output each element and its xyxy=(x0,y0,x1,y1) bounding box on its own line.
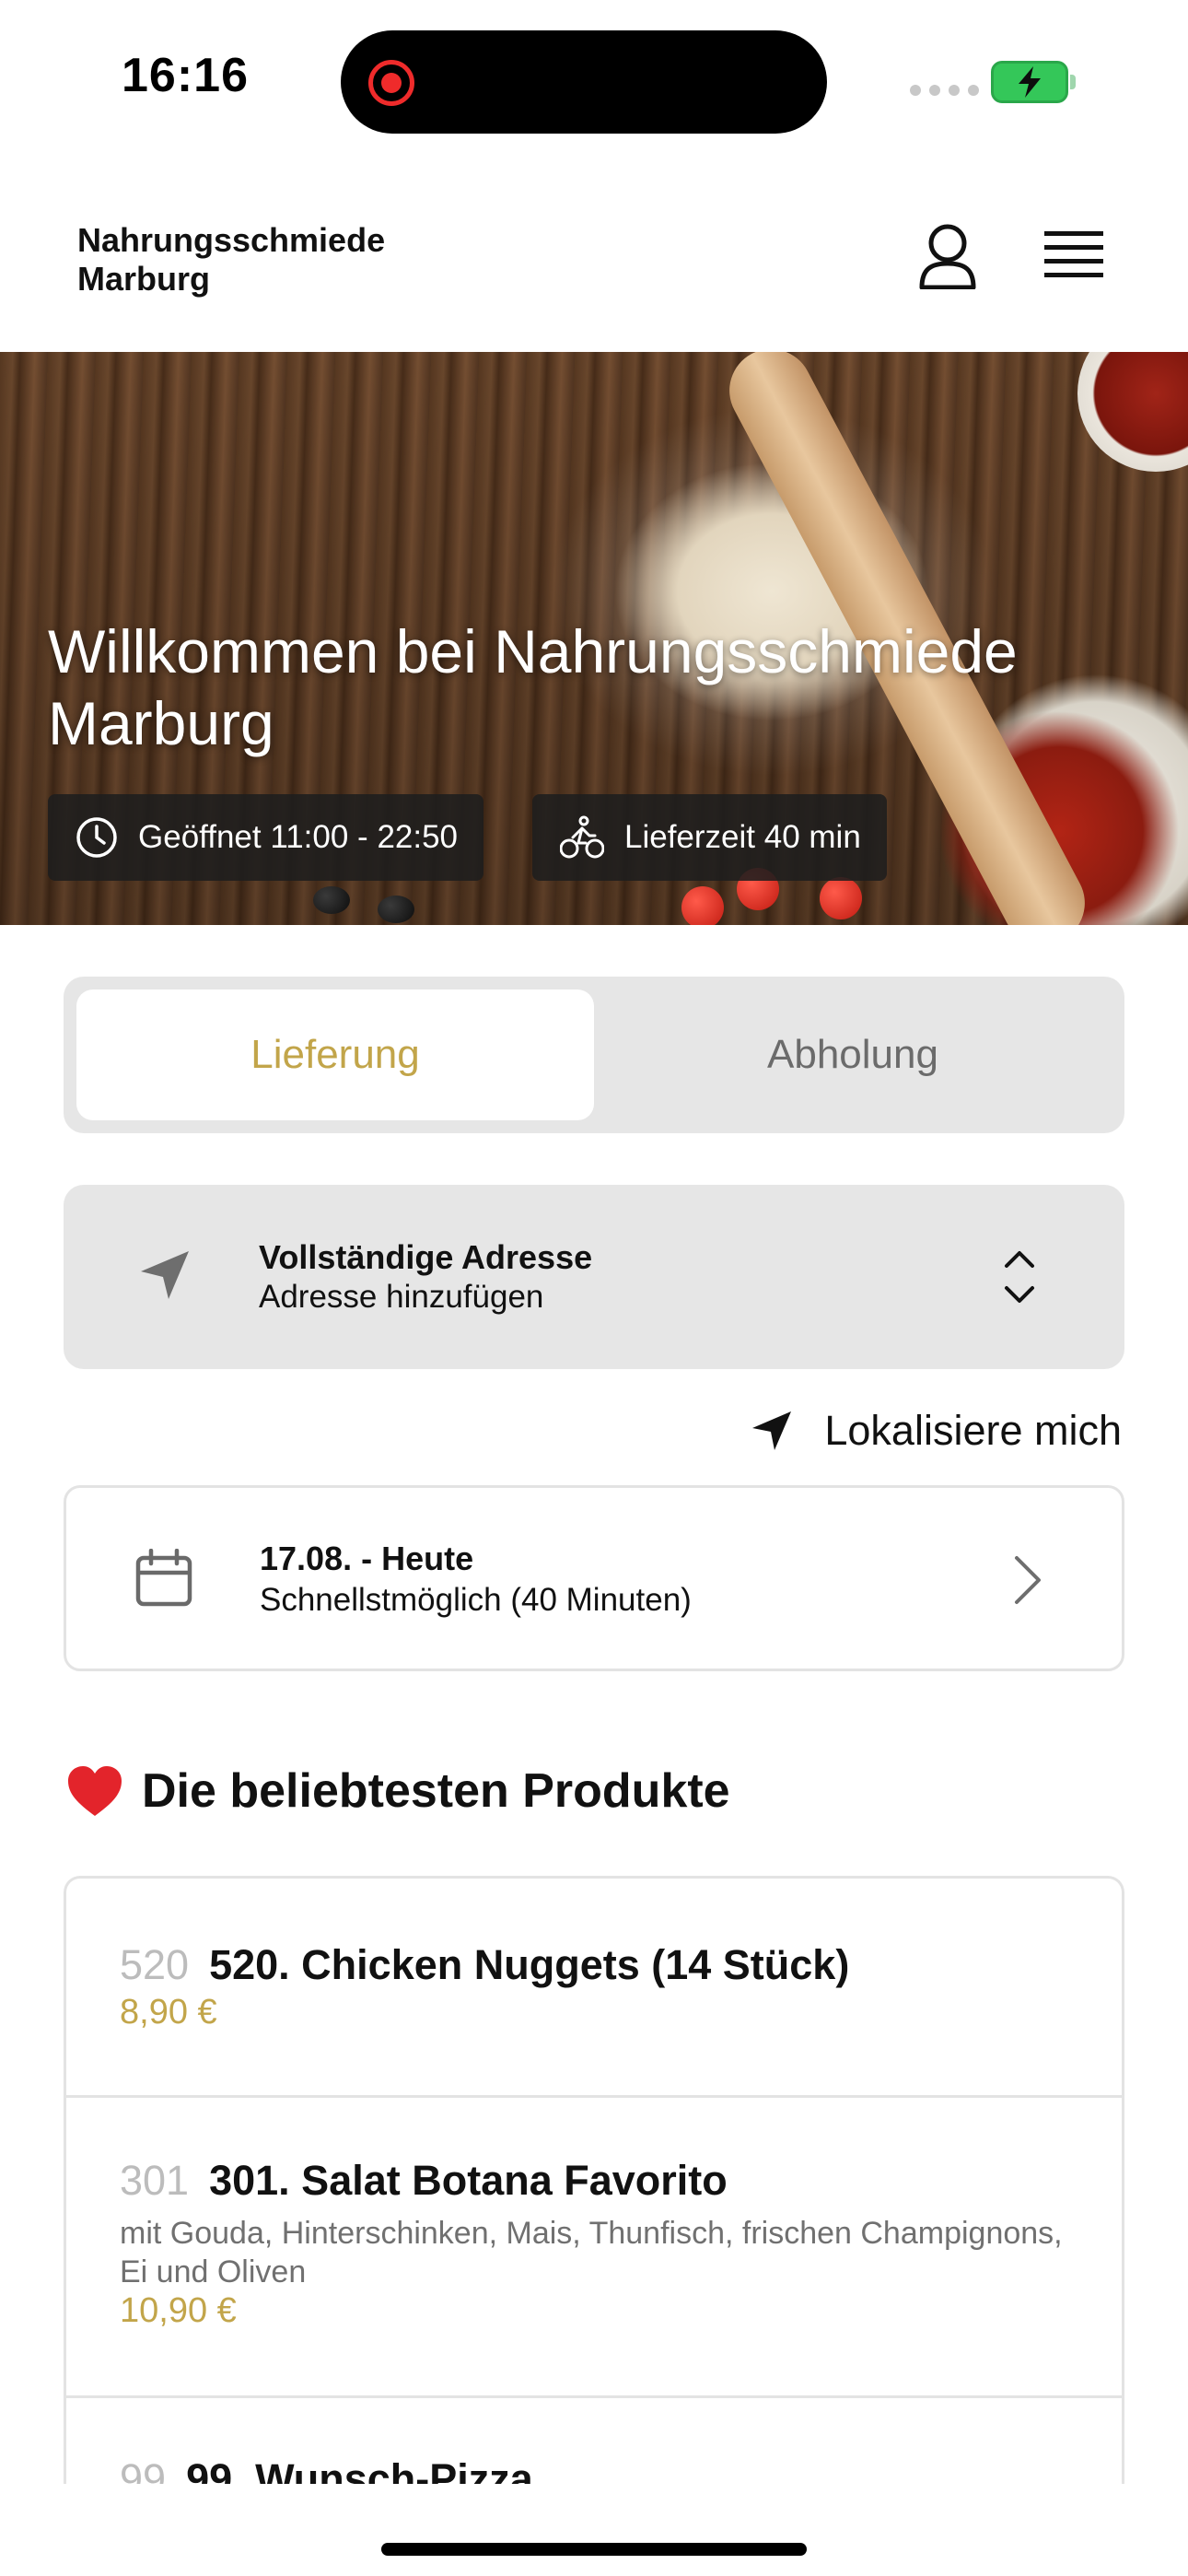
status-bar: 16:16 xyxy=(0,0,1188,157)
chevron-right-icon xyxy=(1015,1556,1041,1604)
brand-name[interactable]: Nahrungsschmiede Marburg xyxy=(77,221,464,299)
user-icon[interactable] xyxy=(917,223,978,289)
olive-image xyxy=(313,886,350,914)
delivery-time-selector[interactable]: 17.08. - Heute Schnellstmöglich (40 Minu… xyxy=(64,1485,1124,1671)
product-description: mit Gouda, Hinterschinken, Mais, Thunfis… xyxy=(120,2216,1063,2289)
heart-icon xyxy=(68,1766,122,1816)
bicycle-courier-icon xyxy=(560,815,604,859)
dynamic-island xyxy=(341,30,827,134)
tomato-bowl-image xyxy=(1077,352,1188,472)
product-name: 301. Salat Botana Favorito xyxy=(209,2157,728,2204)
popular-products-list: 520 520. Chicken Nuggets (14 Stück) 8,90… xyxy=(64,1876,1124,2484)
status-time: 16:16 xyxy=(122,49,249,102)
product-name: 99. Wunsch-Pizza xyxy=(186,2455,533,2484)
hero-title: Willkommen bei Nahrungsschmiede Marburg xyxy=(48,617,1018,757)
popular-products-title: Die beliebtesten Produkte xyxy=(142,1764,730,1818)
clock-icon xyxy=(76,817,117,858)
delivery-date-title: 17.08. - Heute xyxy=(260,1540,474,1577)
battery-icon xyxy=(991,61,1076,103)
hero-banner: Willkommen bei Nahrungsschmiede Marburg … xyxy=(0,352,1188,925)
tab-delivery[interactable]: Lieferung xyxy=(76,989,594,1120)
home-indicator[interactable] xyxy=(381,2543,807,2556)
signal-icon xyxy=(910,85,979,96)
product-number: 99 xyxy=(120,2455,167,2484)
chevron-up-down-icon[interactable] xyxy=(1003,1249,1036,1305)
opening-hours-badge: Geöffnet 11:00 - 22:50 xyxy=(48,794,484,881)
location-arrow-icon xyxy=(752,1411,792,1450)
tomato-image xyxy=(820,877,862,919)
locate-me-label: Lokalisiere mich xyxy=(824,1407,1122,1454)
address-subtitle: Adresse hinzufügen xyxy=(259,1279,544,1315)
calendar-icon xyxy=(135,1549,192,1607)
navigation-arrow-icon xyxy=(141,1251,189,1299)
product-item[interactable]: 99 99. Wunsch-Pizza xyxy=(66,2398,1122,2484)
locate-me-button[interactable]: Lokalisiere mich xyxy=(751,1399,1122,1463)
delivery-date-subtitle: Schnellstmöglich (40 Minuten) xyxy=(260,1582,692,1618)
order-mode-toggle: Lieferung Abholung xyxy=(64,977,1124,1133)
delivery-time-text: Lieferzeit 40 min xyxy=(624,819,861,855)
product-number: 301 xyxy=(120,2157,190,2204)
product-item[interactable]: 520 520. Chicken Nuggets (14 Stück) 8,90… xyxy=(66,1879,1122,2098)
recording-indicator-icon xyxy=(368,60,414,106)
address-title: Vollständige Adresse xyxy=(259,1238,593,1276)
product-price: 10,90 € xyxy=(120,2291,237,2330)
address-selector[interactable]: Vollständige Adresse Adresse hinzufügen xyxy=(64,1185,1124,1369)
tab-pickup[interactable]: Abholung xyxy=(594,989,1112,1120)
product-name: 520. Chicken Nuggets (14 Stück) xyxy=(209,1941,850,1988)
product-number: 520 xyxy=(120,1941,190,1988)
olive-image xyxy=(378,896,414,923)
product-item[interactable]: 301 301. Salat Botana Favorito mit Gouda… xyxy=(66,2098,1122,2398)
tomato-image xyxy=(681,886,724,925)
product-price: 8,90 € xyxy=(120,1993,217,2032)
app-header: Nahrungsschmiede Marburg xyxy=(0,157,1188,352)
menu-icon[interactable] xyxy=(1044,228,1103,280)
opening-hours-text: Geöffnet 11:00 - 22:50 xyxy=(138,819,459,855)
delivery-time-badge: Lieferzeit 40 min xyxy=(532,794,887,881)
popular-products-heading: Die beliebtesten Produkte xyxy=(66,1763,730,1819)
